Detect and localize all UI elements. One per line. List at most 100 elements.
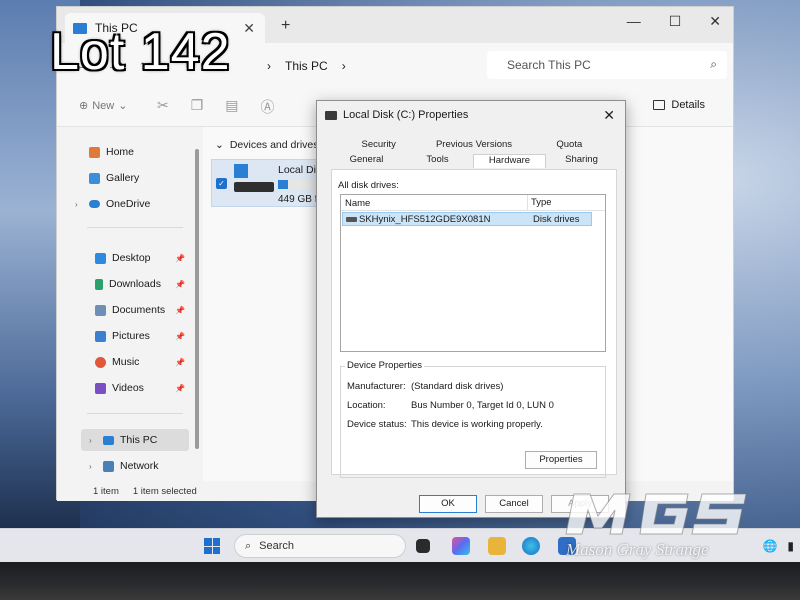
hard-drive-icon: [234, 182, 274, 192]
plus-icon: ⊕: [79, 100, 89, 112]
device-properties-group: Device Properties Manufacturer: (Standar…: [340, 360, 606, 478]
device-status-row: Device status: This device is working pr…: [347, 419, 543, 430]
properties-dialog: Local Disk (C:) Properties ✕ Security Pr…: [316, 100, 626, 518]
cancel-button[interactable]: Cancel: [485, 495, 543, 513]
tab-quota[interactable]: Quota: [522, 139, 617, 153]
sidebar-item-label: OneDrive: [106, 198, 151, 210]
sidebar-divider: [87, 413, 183, 414]
watermark-text: Mason Gray Strange: [566, 540, 709, 559]
sidebar-item-this-pc[interactable]: › This PC: [81, 429, 189, 451]
paste-icon[interactable]: ▤: [225, 97, 238, 117]
sidebar-item-home[interactable]: Home: [57, 141, 189, 163]
battery-icon[interactable]: ▮: [787, 539, 794, 553]
file-explorer-icon[interactable]: [488, 537, 506, 555]
start-icon[interactable]: [204, 538, 220, 554]
maximize-icon[interactable]: ☐: [669, 13, 682, 30]
pin-icon[interactable]: 📌: [175, 358, 185, 367]
navigation-pane: Home Gallery › OneDrive Desktop 📌 Downlo…: [57, 127, 195, 481]
manufacturer-value: (Standard disk drives): [411, 381, 504, 392]
sidebar-item-videos[interactable]: Videos 📌: [57, 377, 189, 399]
manufacturer-label: Manufacturer:: [347, 381, 406, 392]
list-item[interactable]: SKHynix_HFS512GDE9X081N Disk drives: [342, 212, 592, 226]
column-header-name[interactable]: Name: [345, 198, 370, 209]
chevron-right-icon[interactable]: ›: [75, 200, 83, 209]
dialog-title: Local Disk (C:) Properties: [343, 109, 469, 121]
sidebar-item-desktop[interactable]: Desktop 📌: [57, 247, 189, 269]
item-count: 1 item: [93, 485, 119, 497]
pin-icon[interactable]: 📌: [175, 254, 185, 263]
taskbar-search[interactable]: ⌕ Search: [234, 534, 406, 558]
sidebar-item-gallery[interactable]: Gallery: [57, 167, 189, 189]
chevron-right-icon[interactable]: ›: [342, 59, 346, 73]
tab-row-bottom: General Tools Hardware Sharing: [331, 154, 617, 168]
pin-icon[interactable]: 📌: [175, 280, 185, 289]
sidebar-item-label: Downloads: [109, 278, 161, 290]
close-window-icon[interactable]: ✕: [709, 13, 721, 30]
pin-icon[interactable]: 📌: [175, 306, 185, 315]
pin-icon[interactable]: 📌: [175, 332, 185, 341]
rename-icon[interactable]: Ⓐ: [261, 97, 275, 117]
network-icon: [103, 460, 114, 472]
sidebar-item-label: Gallery: [106, 172, 140, 184]
sidebar-item-onedrive[interactable]: › OneDrive: [57, 193, 189, 215]
selection-checkbox[interactable]: ✓: [216, 178, 227, 189]
edge-icon[interactable]: [522, 537, 540, 555]
tab-previous-versions[interactable]: Previous Versions: [426, 139, 521, 153]
tab-sharing[interactable]: Sharing: [546, 154, 617, 168]
ok-button[interactable]: OK: [419, 495, 477, 513]
group-header-label: Devices and drives: [229, 139, 319, 151]
chevron-right-icon[interactable]: ›: [267, 59, 271, 73]
device-status-label: Device status:: [347, 419, 407, 430]
device-status-value: This device is working properly.: [411, 419, 543, 430]
home-icon: [89, 146, 100, 158]
sidebar-item-documents[interactable]: Documents 📌: [57, 299, 189, 321]
chevron-right-icon[interactable]: ›: [89, 462, 97, 471]
sidebar-item-downloads[interactable]: Downloads 📌: [57, 273, 189, 295]
sidebar-item-label: Videos: [112, 382, 144, 394]
properties-button[interactable]: Properties: [525, 451, 597, 469]
chevron-down-icon: ⌄: [118, 100, 128, 112]
copilot-icon[interactable]: [452, 537, 470, 555]
sidebar-item-network[interactable]: › Network: [57, 455, 189, 477]
disk-drives-list[interactable]: Name Type SKHynix_HFS512GDE9X081N Disk d…: [340, 194, 606, 352]
tab-tools[interactable]: Tools: [402, 154, 473, 168]
search-input[interactable]: Search This PC ⌕: [487, 51, 727, 79]
breadcrumb-item[interactable]: This PC: [285, 59, 328, 73]
chevron-right-icon[interactable]: ›: [89, 436, 97, 445]
music-icon: [95, 356, 106, 368]
cut-icon[interactable]: ✂: [157, 97, 169, 117]
new-tab-icon[interactable]: +: [281, 17, 290, 35]
close-tab-icon[interactable]: ✕: [243, 20, 255, 37]
copy-icon[interactable]: ❐: [191, 97, 204, 117]
tab-hardware[interactable]: Hardware: [473, 154, 546, 168]
device-name: SKHynix_HFS512GDE9X081N: [359, 214, 491, 225]
sidebar-item-label: Network: [120, 460, 159, 472]
new-button[interactable]: ⊕ New ⌄: [79, 99, 128, 113]
search-icon: ⌕: [245, 539, 252, 552]
device-type: Disk drives: [533, 214, 580, 225]
column-divider[interactable]: [527, 195, 528, 211]
group-header[interactable]: ⌄ Devices and drives: [215, 139, 319, 151]
drive-tile-local-disk[interactable]: ✓ Local Disk 449 GB fr: [211, 159, 326, 207]
pin-icon[interactable]: 📌: [175, 384, 185, 393]
sidebar-item-music[interactable]: Music 📌: [57, 351, 189, 373]
close-icon[interactable]: ✕: [603, 107, 615, 124]
search-placeholder: Search This PC: [507, 58, 591, 72]
tab-security[interactable]: Security: [331, 139, 426, 153]
search-icon[interactable]: ⌕: [710, 57, 717, 72]
globe-icon[interactable]: 🌐: [762, 539, 777, 553]
sidebar-scrollbar[interactable]: [195, 149, 199, 449]
tab-general[interactable]: General: [331, 154, 402, 168]
pictures-icon: [95, 330, 106, 342]
breadcrumb: › This PC ›: [267, 59, 346, 73]
sidebar-item-pictures[interactable]: Pictures 📌: [57, 325, 189, 347]
download-icon: [95, 278, 103, 290]
lot-label: Lot 142: [50, 23, 231, 81]
disk-drive-icon: [346, 217, 357, 222]
column-header-type[interactable]: Type: [531, 197, 552, 208]
new-label: New: [92, 99, 115, 112]
details-button[interactable]: Details: [653, 99, 705, 111]
task-view-icon[interactable]: [416, 539, 430, 553]
minimize-icon[interactable]: —: [627, 13, 641, 30]
manufacturer-row: Manufacturer: (Standard disk drives): [347, 381, 503, 392]
